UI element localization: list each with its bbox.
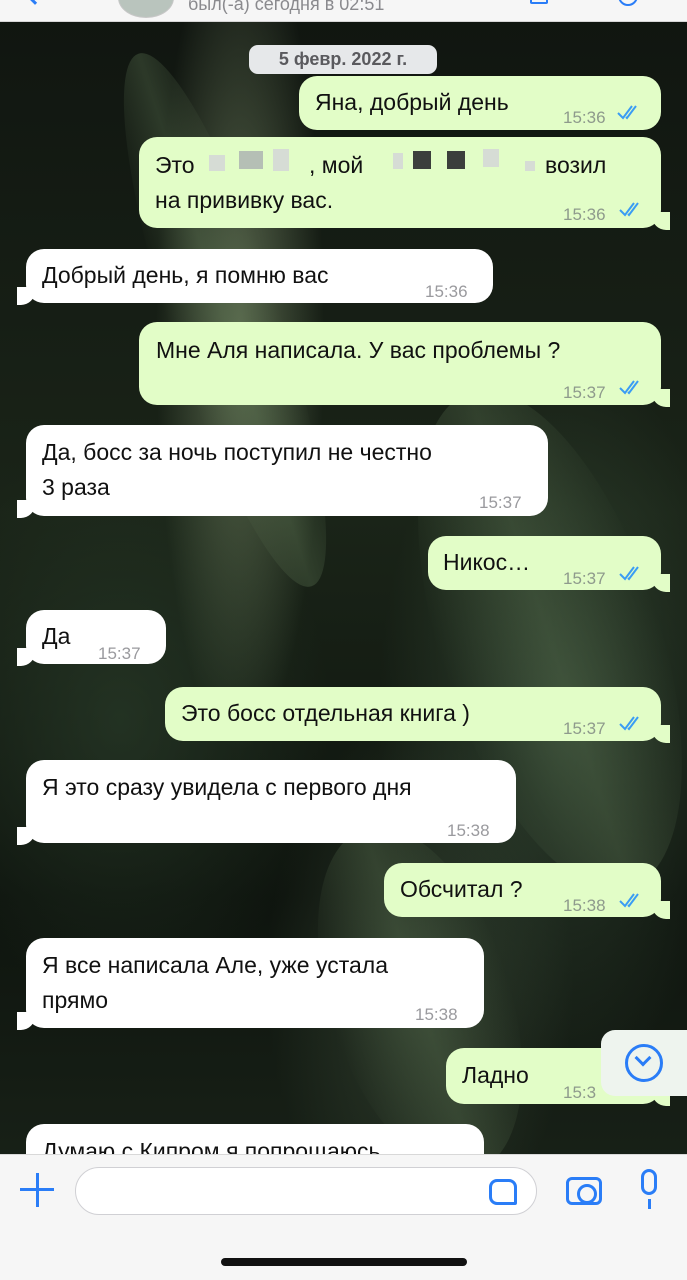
message-text: Я все написала Але, уже устала bbox=[42, 952, 389, 978]
message-bubble-incoming[interactable]: Я это сразу увидела с первого дня 15:38 bbox=[26, 760, 516, 843]
message-time: 15:37 bbox=[563, 569, 606, 588]
message-bubble-incoming[interactable]: Я все написала Але, уже устала прямо 15:… bbox=[26, 938, 484, 1028]
video-call-icon[interactable] bbox=[530, 0, 548, 4]
last-seen-status: был(-а) сегодня в 02:51 bbox=[188, 0, 385, 14]
camera-icon[interactable] bbox=[566, 1177, 602, 1205]
redacted-block bbox=[273, 149, 289, 171]
message-bubble-outgoing[interactable]: Мне Аля написала. У вас проблемы ? 15:37 bbox=[139, 322, 661, 405]
message-text: Яна, добрый день bbox=[315, 89, 509, 115]
message-time: 15:36 bbox=[563, 108, 606, 127]
message-text: Да, босс за ночь поступил не честно bbox=[42, 439, 432, 465]
avatar[interactable] bbox=[118, 0, 174, 18]
message-time: 15:38 bbox=[447, 821, 490, 840]
message-time: 15:37 bbox=[563, 719, 606, 738]
message-bubble-incoming[interactable]: Да 15:37 bbox=[26, 610, 166, 664]
message-text: возил bbox=[545, 152, 607, 178]
redacted-block bbox=[525, 161, 535, 171]
message-time: 15:37 bbox=[563, 383, 606, 402]
message-bubble-outgoing[interactable]: Обсчитал ? 15:38 bbox=[384, 863, 661, 917]
read-ticks-icon bbox=[619, 566, 639, 581]
redacted-block bbox=[393, 153, 403, 169]
message-text: , мой bbox=[309, 152, 364, 178]
redacted-block bbox=[209, 155, 225, 171]
message-text: Никос… bbox=[443, 549, 531, 575]
message-time: 15:36 bbox=[425, 282, 468, 301]
message-text: Добрый день, я помню вас bbox=[42, 262, 329, 288]
phone-icon[interactable] bbox=[618, 0, 638, 6]
message-text: Обсчитал ? bbox=[400, 876, 523, 902]
message-time: 15:38 bbox=[415, 1005, 458, 1024]
redacted-block bbox=[239, 151, 263, 169]
redacted-block bbox=[413, 151, 431, 169]
scroll-to-bottom-button[interactable] bbox=[601, 1030, 687, 1096]
message-text: Это босс отдельная книга ) bbox=[181, 700, 470, 726]
message-bubble-outgoing[interactable]: Яна, добрый день 15:36 bbox=[299, 76, 661, 130]
message-time: 15:36 bbox=[563, 205, 606, 224]
message-text: Ладно bbox=[462, 1062, 529, 1088]
plus-icon[interactable] bbox=[20, 1173, 54, 1207]
mic-icon[interactable] bbox=[638, 1169, 660, 1209]
message-time: 15:37 bbox=[479, 493, 522, 512]
message-bubble-outgoing[interactable]: Никос… 15:37 bbox=[428, 536, 661, 590]
date-separator: 5 февр. 2022 г. bbox=[249, 45, 437, 74]
message-bubble-outgoing[interactable]: Это босс отдельная книга ) 15:37 bbox=[165, 687, 661, 741]
message-text: 3 раза bbox=[42, 474, 110, 500]
read-ticks-icon bbox=[619, 202, 639, 217]
message-bubble-incoming[interactable]: Да, босс за ночь поступил не честно 3 ра… bbox=[26, 425, 548, 516]
sticker-icon[interactable] bbox=[489, 1179, 517, 1205]
redacted-block bbox=[483, 149, 499, 167]
read-ticks-icon bbox=[619, 893, 639, 908]
message-text: прямо bbox=[42, 987, 109, 1013]
message-time: 15:37 bbox=[98, 644, 141, 663]
message-text: на прививку вас. bbox=[155, 187, 334, 213]
back-icon[interactable] bbox=[25, 0, 45, 5]
read-ticks-icon bbox=[619, 716, 639, 731]
read-ticks-icon bbox=[617, 105, 637, 120]
redacted-block bbox=[447, 151, 465, 169]
message-bubble-incoming[interactable]: Добрый день, я помню вас 15:36 bbox=[26, 249, 493, 303]
message-bubble-outgoing[interactable]: Это , мой возил на прививку вас. 15:36 bbox=[139, 137, 661, 228]
message-text: Я это сразу увидела с первого дня bbox=[42, 774, 412, 800]
message-text: Мне Аля написала. У вас проблемы ? bbox=[156, 337, 561, 363]
chat-header: был(-а) сегодня в 02:51 bbox=[0, 0, 687, 22]
message-text: Это bbox=[155, 152, 195, 178]
message-input[interactable] bbox=[75, 1167, 537, 1215]
composer-bar bbox=[0, 1154, 687, 1280]
message-time: 15:38 bbox=[563, 896, 606, 915]
message-time: 15:3 bbox=[563, 1083, 597, 1102]
read-ticks-icon bbox=[619, 380, 639, 395]
home-indicator bbox=[221, 1258, 467, 1266]
message-text: Да bbox=[42, 623, 71, 649]
